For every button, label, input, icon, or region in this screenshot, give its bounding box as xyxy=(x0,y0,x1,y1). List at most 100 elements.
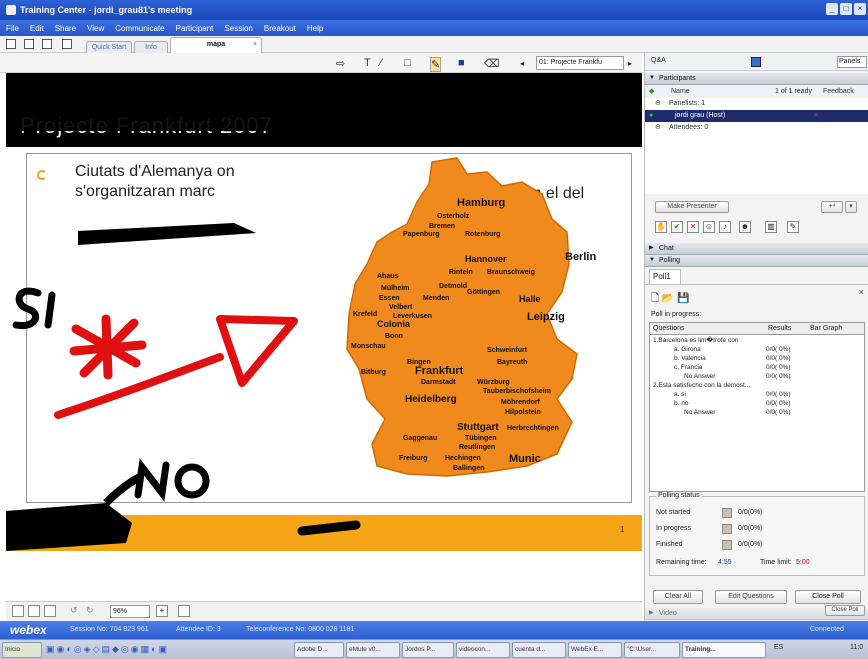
participant-row-host[interactable]: ● jordi grau (Host) ✕ xyxy=(645,110,868,122)
color-picker-icon[interactable]: ■ xyxy=(458,57,465,69)
taskbar-item[interactable]: Jordos P... xyxy=(402,642,454,658)
close-poll-button[interactable]: Close Poll xyxy=(795,590,861,604)
menu-file[interactable]: File xyxy=(6,24,19,33)
clear-all-button[interactable]: Clear All xyxy=(653,590,703,604)
poll-answer: No Answer xyxy=(684,373,716,380)
presenter-ball-icon: ● xyxy=(649,112,654,119)
menu-help[interactable]: Help xyxy=(307,24,323,33)
rotate-left-icon[interactable]: ↺ xyxy=(70,605,78,616)
menu-edit[interactable]: Edit xyxy=(30,24,44,33)
feedback-column-header[interactable]: Feedback xyxy=(823,86,854,98)
taskbar-item[interactable]: WebEx E... xyxy=(568,642,622,658)
menu-session[interactable]: Session xyxy=(224,24,252,33)
taskbar-item[interactable]: "C:\User... xyxy=(624,642,680,658)
full-view-icon[interactable] xyxy=(28,605,40,617)
highlighter-tool-icon[interactable]: ✎ xyxy=(430,57,442,72)
rectangle-tool-icon[interactable]: □ xyxy=(404,57,411,69)
poll-row: a. Girona 0/0( 0%) xyxy=(650,345,864,354)
attendees-group[interactable]: ⊖ Attendees: 0 xyxy=(645,122,868,134)
close-poll-panel-icon[interactable]: × xyxy=(859,287,864,297)
tab-quick-start[interactable]: Quick Start xyxy=(86,41,132,53)
menu-participant[interactable]: Participant xyxy=(176,24,214,33)
thumbnail-view-icon[interactable] xyxy=(12,605,24,617)
time-limit-label: Time limit: xyxy=(760,559,792,566)
minimize-icon[interactable]: _ xyxy=(826,3,838,15)
emoticon-icon[interactable]: ☻ xyxy=(739,221,751,233)
handwriting-si xyxy=(12,287,56,330)
split-view-icon[interactable] xyxy=(44,605,56,617)
menu-breakout[interactable]: Breakout xyxy=(264,24,296,33)
poll-question: 1.Barcelona es lim�trofe con xyxy=(653,337,739,344)
maximize-icon[interactable]: □ xyxy=(840,3,852,15)
rotate-right-icon[interactable]: ↻ xyxy=(86,605,94,616)
collapse-arrow-polling-icon: ▼ xyxy=(649,257,655,263)
taskbar-item[interactable]: videocon... xyxy=(456,642,510,658)
pointer-tool-icon[interactable]: ⇨ xyxy=(336,57,345,70)
open-poll-icon[interactable]: 📂 xyxy=(662,293,674,304)
panelists-group[interactable]: ⊖ Panelists: 1 xyxy=(645,98,868,110)
make-presenter-button[interactable]: Make Presenter xyxy=(655,201,729,213)
polling-header[interactable]: ▼ Polling xyxy=(645,255,868,267)
name-column-header[interactable]: Name xyxy=(671,86,690,98)
taskbar-item[interactable]: Adobe D... xyxy=(294,642,344,658)
new-document-icon[interactable] xyxy=(6,39,16,49)
document-tab-bar: Quick Start Info mapa × xyxy=(0,36,868,53)
laugh-icon[interactable]: ☺ xyxy=(703,221,715,233)
close-icon[interactable]: × xyxy=(854,3,866,15)
tab-info[interactable]: Info xyxy=(134,41,168,53)
whiteboard-icon[interactable] xyxy=(62,39,72,49)
taskbar-item-active[interactable]: Training... xyxy=(682,642,766,658)
menu-communicate[interactable]: Communicate xyxy=(115,24,164,33)
qa-icon[interactable] xyxy=(751,57,761,67)
edit-questions-button[interactable]: Edit Questions xyxy=(715,590,787,604)
chat-header[interactable]: ▶ Chat xyxy=(645,243,868,255)
participants-header[interactable]: ▼ Participants xyxy=(645,73,868,85)
panelists-count: Panelists: 1 xyxy=(669,100,706,107)
col-questions: Questions xyxy=(653,325,685,332)
applause-icon[interactable]: ♪ xyxy=(719,221,731,233)
new-poll-icon[interactable]: 🗋 xyxy=(651,293,659,304)
quick-launch-icons[interactable]: ▣◉◐◎◈◇▤◆◎◉▦◐▣ xyxy=(46,644,286,656)
polling-status-title: Polling status xyxy=(656,492,702,499)
chart-icon[interactable]: ▥ xyxy=(765,221,777,233)
close-poll-tooltip-button[interactable]: Close Poll xyxy=(825,605,865,616)
eraser-tool-icon[interactable]: ⌫ xyxy=(484,57,500,70)
raise-hand-icon[interactable]: ✋ xyxy=(655,221,667,233)
next-page-icon[interactable]: ▸ xyxy=(628,59,632,68)
time-limit-value: 5:00 xyxy=(796,559,810,566)
check-icon[interactable]: ✔ xyxy=(671,221,683,233)
mute-icon[interactable]: ✕ xyxy=(813,110,819,122)
poll-answer: b. no xyxy=(674,400,689,407)
sync-display-icon[interactable] xyxy=(178,605,190,617)
privileges-dropdown-button[interactable]: ▾ xyxy=(845,201,857,213)
assign-privileges-button[interactable]: +⁴ xyxy=(821,201,843,213)
qa-label[interactable]: Q&A xyxy=(651,57,666,64)
taskbar-item[interactable]: eMule v0... xyxy=(346,642,400,658)
participants-column-row: ◆ Name 1 of 1 ready Feedback xyxy=(645,86,868,98)
language-indicator[interactable]: ES xyxy=(774,644,783,651)
edit-icon[interactable]: ✎ xyxy=(787,221,799,233)
start-button[interactable]: Inicio xyxy=(2,642,42,658)
tab-close-icon[interactable]: × xyxy=(253,38,257,52)
share-document-icon[interactable] xyxy=(24,39,34,49)
zoom-in-icon[interactable]: + xyxy=(156,605,168,617)
poll-answer: a. Girona xyxy=(674,346,701,353)
tab-poll1[interactable]: Poll1 xyxy=(649,269,681,285)
tab-mapa[interactable]: mapa × xyxy=(170,37,262,53)
previous-page-icon[interactable]: ◂ xyxy=(520,59,524,68)
x-icon[interactable]: ✕ xyxy=(687,221,699,233)
share-screen-icon[interactable] xyxy=(42,39,52,49)
line-tool-icon[interactable]: ⁄ xyxy=(380,57,382,69)
poll-file-toolbar: 🗋 📂 💾 xyxy=(651,291,690,308)
zoom-select[interactable]: 96% xyxy=(110,605,150,618)
text-tool-icon[interactable]: T xyxy=(364,57,371,69)
save-poll-icon[interactable]: 💾 xyxy=(677,293,689,304)
poll-answer: b. Valencia xyxy=(674,355,706,362)
menu-bar: File Edit Share View Communicate Partici… xyxy=(0,20,868,36)
taskbar-item[interactable]: cuenta d... xyxy=(512,642,566,658)
menu-view[interactable]: View xyxy=(87,24,104,33)
expand-icon: ⊖ xyxy=(655,100,661,107)
panels-dropdown[interactable]: Panels xyxy=(837,56,867,68)
menu-share[interactable]: Share xyxy=(55,24,76,33)
page-select[interactable]: 01: Projecte Frankfu xyxy=(536,56,624,70)
